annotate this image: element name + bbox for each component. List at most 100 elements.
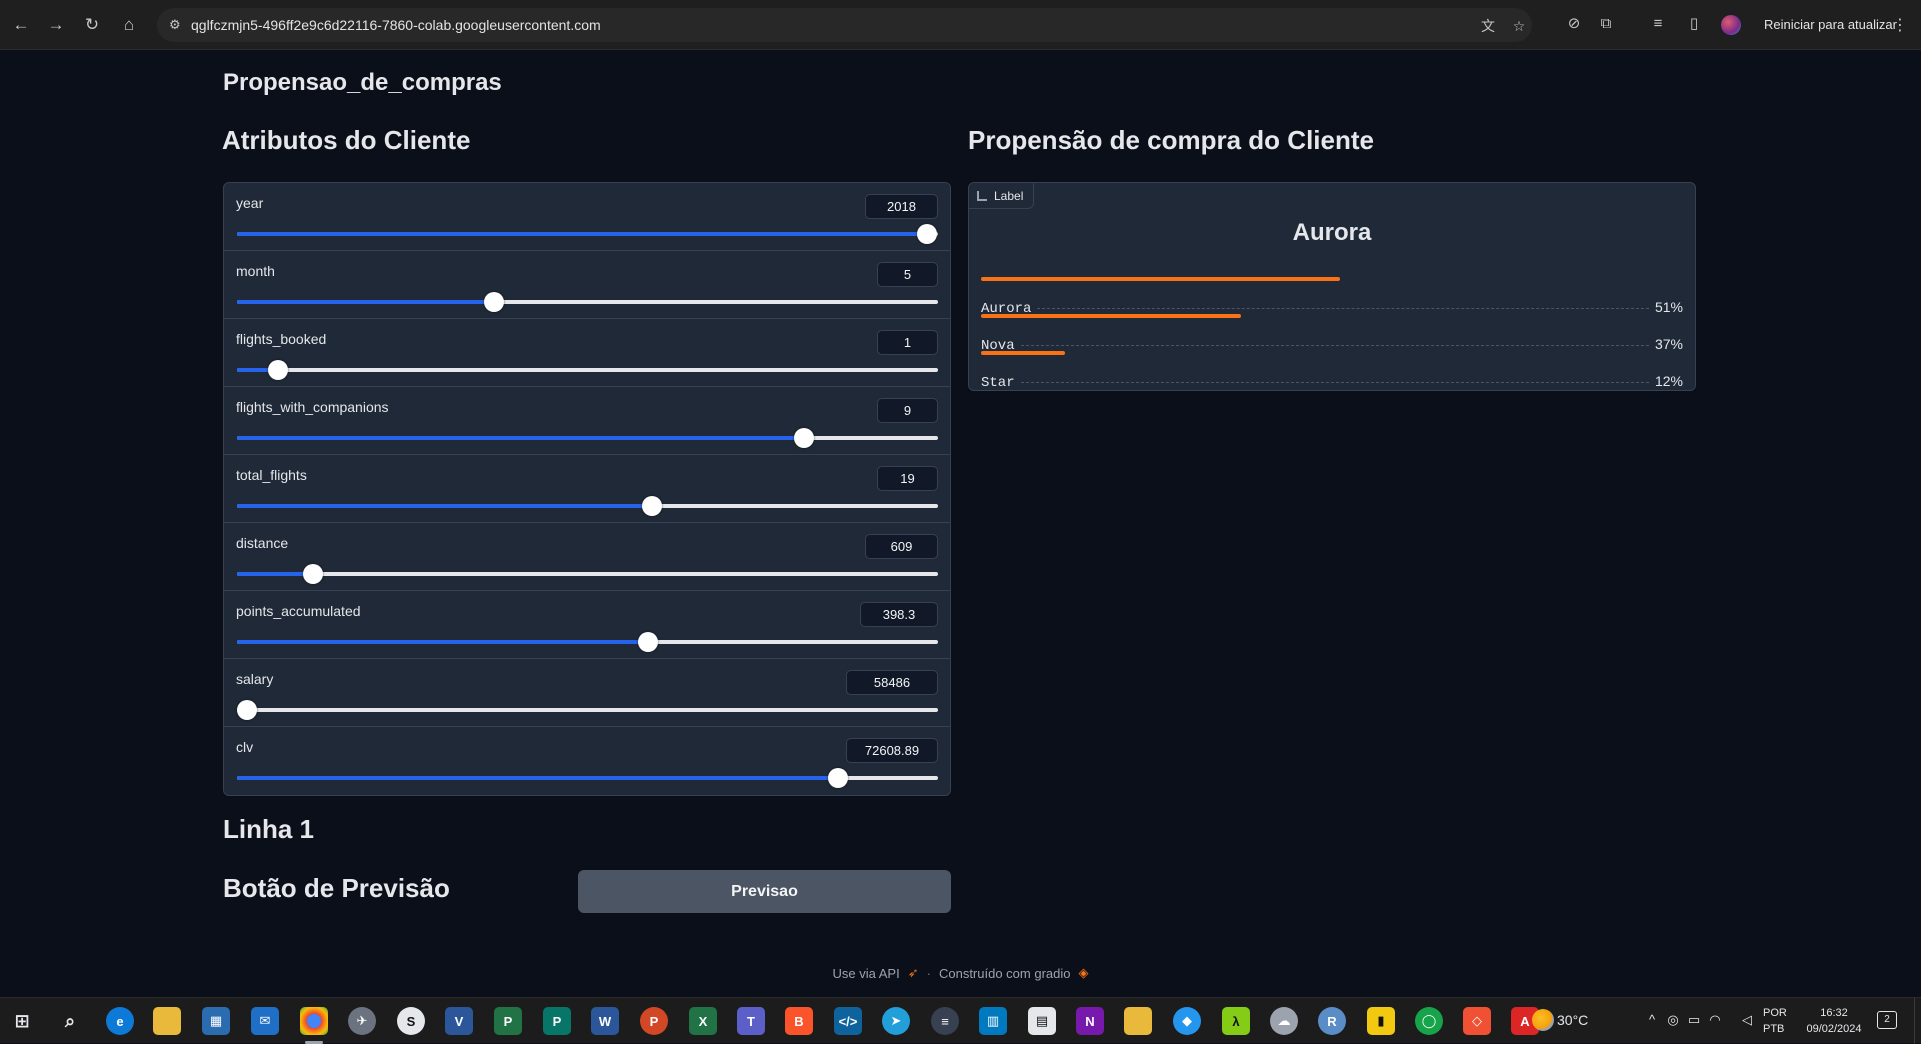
slider-number-input[interactable]: 5 — [877, 262, 938, 287]
notification-icon[interactable]: 2 — [1877, 1011, 1897, 1029]
menu-icon[interactable]: ⋮ — [1892, 15, 1908, 35]
trello-icon[interactable]: ▥ — [979, 1007, 1007, 1035]
confidence-row[interactable]: Aurora 51% — [981, 277, 1683, 317]
slider-number-input[interactable]: 609 — [865, 534, 938, 559]
lambda-icon[interactable]: λ — [1222, 1007, 1250, 1035]
slider-track[interactable] — [236, 700, 938, 720]
clock[interactable]: 16:32 09/02/2024 — [1800, 1005, 1868, 1037]
volume-icon[interactable]: ◁ — [1740, 1012, 1754, 1028]
slider-track[interactable] — [237, 632, 938, 652]
site-info-icon[interactable]: ⚙ — [169, 17, 185, 33]
slider-thumb[interactable] — [236, 700, 257, 720]
url-text[interactable]: qglfczmjn5-496ff2e9c6d22116-7860-colab.g… — [191, 17, 601, 33]
reload-icon[interactable]: ↻ — [80, 13, 104, 37]
language-indicator[interactable]: POR PTB — [1763, 1005, 1787, 1037]
windows-start-icon[interactable]: ⊞ — [8, 1007, 36, 1035]
battery-icon[interactable]: ▭ — [1687, 1012, 1701, 1028]
slider-track[interactable] — [237, 564, 938, 584]
slider-thumb[interactable] — [794, 428, 815, 448]
word-icon[interactable]: W — [591, 1007, 619, 1035]
app-icon[interactable]: ◯ — [1415, 1007, 1443, 1035]
slider-number-input[interactable]: 72608.89 — [846, 738, 938, 763]
slider-number-input[interactable]: 2018 — [865, 194, 938, 219]
slider-track[interactable] — [237, 360, 938, 380]
slider-thumb[interactable] — [302, 564, 323, 584]
vscode-icon[interactable]: </> — [834, 1007, 862, 1035]
side-panel-icon[interactable]: ▯ — [1684, 14, 1704, 34]
brave-icon[interactable]: B — [785, 1007, 813, 1035]
mail-icon[interactable]: ✉ — [251, 1007, 279, 1035]
slider-thumb[interactable] — [827, 768, 848, 788]
slider-track[interactable] — [237, 768, 938, 788]
slider-number-input[interactable]: 19 — [877, 466, 938, 491]
powerbi-icon[interactable]: ▮ — [1367, 1007, 1395, 1035]
confidence-row[interactable]: Star 12% — [981, 351, 1683, 391]
weather-temp[interactable]: 30°C — [1557, 1012, 1588, 1028]
notepad-icon[interactable]: ▤ — [1028, 1007, 1056, 1035]
chrome-icon[interactable] — [300, 1007, 328, 1035]
slider-number-input[interactable]: 9 — [877, 398, 938, 423]
slider-label: month — [236, 263, 275, 279]
weather-icon[interactable] — [1532, 1009, 1554, 1031]
slider-salary: salary 58486 — [224, 659, 950, 727]
confidence-row[interactable]: Nova 37% — [981, 314, 1683, 354]
store-icon[interactable]: ▦ — [202, 1007, 230, 1035]
app-icon[interactable]: ✈ — [348, 1007, 376, 1035]
label-output-panel: Label Aurora Aurora 51% Nova 37% Star 12… — [968, 182, 1696, 391]
git-icon[interactable]: ◇ — [1463, 1007, 1491, 1035]
slider-thumb[interactable] — [641, 496, 662, 516]
slider-track[interactable] — [237, 224, 938, 244]
file-explorer-icon[interactable] — [153, 1007, 181, 1035]
wifi-icon[interactable]: ◠ — [1708, 1012, 1722, 1028]
media-icon[interactable]: ≡ — [1648, 14, 1668, 34]
slider-number-input[interactable]: 58486 — [846, 670, 938, 695]
predicted-label: Aurora — [1292, 219, 1372, 246]
excel-icon[interactable]: X — [689, 1007, 717, 1035]
extensions-icon[interactable]: ⧉ — [1596, 14, 1616, 34]
onenote-icon[interactable]: N — [1076, 1007, 1104, 1035]
confidence-bar — [981, 314, 1242, 318]
rocket-icon: ➶ — [907, 965, 919, 980]
docker-icon[interactable]: ◆ — [1173, 1007, 1201, 1035]
app-icon[interactable]: ☁ — [1270, 1007, 1298, 1035]
search-icon[interactable]: ⌕ — [56, 1007, 84, 1035]
slider-label: flights_booked — [236, 331, 327, 347]
r-icon[interactable]: R — [1318, 1007, 1346, 1035]
app-icon[interactable]: S — [397, 1007, 425, 1035]
project-icon[interactable]: P — [494, 1007, 522, 1035]
slider-thumb[interactable] — [917, 224, 938, 244]
camera-icon[interactable]: ◎ — [1666, 1012, 1680, 1028]
slider-fill — [237, 300, 494, 304]
back-icon[interactable]: ← — [9, 13, 33, 37]
profile-avatar[interactable] — [1721, 15, 1741, 35]
slider-number-input[interactable]: 1 — [877, 330, 938, 355]
use-api-link[interactable]: Use via API — [833, 966, 900, 981]
predict-button[interactable]: Previsao — [578, 870, 951, 913]
app-icon[interactable]: ≡ — [931, 1007, 959, 1035]
slider-thumb[interactable] — [638, 632, 659, 652]
chevron-up-icon[interactable]: ^ — [1645, 1012, 1659, 1028]
slider-track[interactable] — [237, 428, 938, 448]
gradio-link[interactable]: Construído com gradio — [939, 966, 1071, 981]
confidence-divider — [1020, 382, 1649, 383]
slider-thumb[interactable] — [268, 360, 289, 380]
publisher-icon[interactable]: P — [543, 1007, 571, 1035]
slider-number-input[interactable]: 398.3 — [860, 602, 938, 627]
show-desktop-button[interactable] — [1914, 998, 1921, 1044]
telegram-icon[interactable]: ➤ — [882, 1007, 910, 1035]
home-icon[interactable]: ⌂ — [117, 13, 141, 37]
teams-icon[interactable]: T — [737, 1007, 765, 1035]
visio-icon[interactable]: V — [445, 1007, 473, 1035]
slider-thumb[interactable] — [483, 292, 504, 312]
address-bar[interactable]: ⚙ qglfczmjn5-496ff2e9c6d22116-7860-colab… — [157, 8, 1532, 42]
forward-icon[interactable]: → — [44, 13, 68, 37]
slider-track[interactable] — [237, 496, 938, 516]
file-icon[interactable] — [1124, 1007, 1152, 1035]
translate-icon[interactable]: 文 — [1480, 18, 1496, 34]
extension-off-icon[interactable]: ⊘ — [1564, 14, 1584, 34]
slider-track[interactable] — [237, 292, 938, 312]
update-button[interactable]: Reiniciar para atualizar — [1755, 10, 1905, 40]
star-icon[interactable]: ☆ — [1511, 18, 1527, 34]
powerpoint-icon[interactable]: P — [640, 1007, 668, 1035]
edge-icon[interactable]: e — [106, 1007, 134, 1035]
